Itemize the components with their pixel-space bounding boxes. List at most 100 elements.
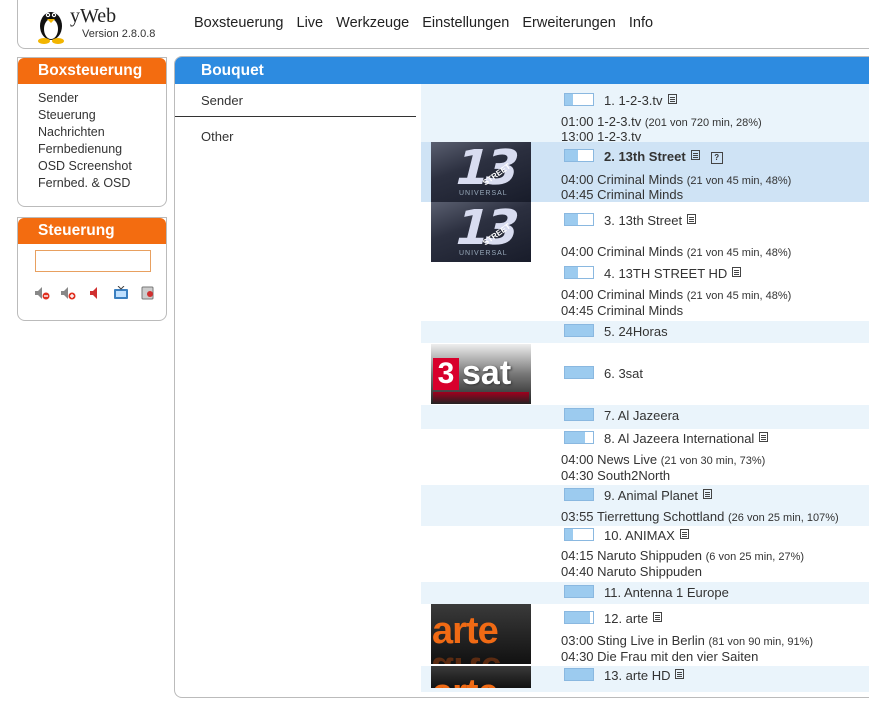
epg-info: (6 von 25 min, 27%) xyxy=(705,551,805,563)
channel-name[interactable]: 3. 13th Street xyxy=(604,213,682,228)
tux-penguin-icon xyxy=(38,12,64,44)
nav-boxsteuerung[interactable]: Boxsteuerung xyxy=(194,15,283,31)
channel-name[interactable]: 11. Antenna 1 Europe xyxy=(604,585,729,600)
sidebar-item-fernbedienung[interactable]: Fernbedienung xyxy=(38,141,166,158)
sidebar-item-sender[interactable]: Sender xyxy=(38,90,166,107)
channel-label[interactable]: 7. Al Jazeera xyxy=(564,408,679,423)
nav-erweiterungen[interactable]: Erweiterungen xyxy=(522,15,616,31)
channel-name[interactable]: 2. 13th Street xyxy=(604,149,686,164)
tv-icon[interactable] xyxy=(113,286,129,300)
mute-icon[interactable] xyxy=(87,286,103,300)
progress-bar xyxy=(564,266,594,279)
channel-label[interactable]: 6. 3sat xyxy=(564,366,643,381)
channel-label[interactable]: 4. 13TH STREET HD xyxy=(564,266,742,281)
channel-row[interactable]: 13 STREET UNIVERSAL 3. 13th Street 04:00 C… xyxy=(421,202,869,264)
epg-time: 04:45 xyxy=(561,303,594,318)
channel-name[interactable]: 12. arte xyxy=(604,611,648,626)
channel-label[interactable]: 13. arte HD xyxy=(564,668,685,683)
channel-row[interactable]: 5. 24Horas xyxy=(421,321,869,343)
channel-name[interactable]: 10. ANIMAX xyxy=(604,528,675,543)
channel-label[interactable]: 5. 24Horas xyxy=(564,324,668,339)
channel-logo-arte: arte xyxy=(431,666,531,688)
header: yWeb Version 2.8.0.8 Boxsteuerung Live W… xyxy=(17,0,869,49)
nav-info[interactable]: Info xyxy=(629,15,653,31)
epg-time: 04:40 xyxy=(561,564,594,579)
sidebar-item-steuerung[interactable]: Steuerung xyxy=(38,107,166,124)
channel-row[interactable]: 7. Al Jazeera xyxy=(421,405,869,429)
channel-name[interactable]: 13. arte HD xyxy=(604,668,670,683)
channel-label[interactable]: 9. Animal Planet xyxy=(564,488,712,503)
channel-label[interactable]: 8. Al Jazeera International xyxy=(564,431,769,446)
nav-live[interactable]: Live xyxy=(297,15,324,31)
channel-label[interactable]: 11. Antenna 1 Europe xyxy=(564,585,729,600)
progress-bar xyxy=(564,324,594,337)
channel-row[interactable]: 3 sat 6. 3sat xyxy=(421,343,869,405)
epg-title: Sting Live in Berlin xyxy=(597,633,705,648)
sidebar-item-fernbed-osd[interactable]: Fernbed. & OSD xyxy=(38,175,166,192)
help-icon[interactable]: ? xyxy=(710,152,723,164)
channel-logo-arte: artearte xyxy=(431,604,531,664)
epg-time: 04:00 xyxy=(561,287,594,302)
sidebar-item-osd-screenshot[interactable]: OSD Screenshot xyxy=(38,158,166,175)
epg-now: 03:00 Sting Live in Berlin (81 von 90 mi… xyxy=(561,633,813,648)
channel-row[interactable]: arte 13. arte HD xyxy=(421,666,869,692)
channel-row[interactable]: 1. 1-2-3.tv 01:00 1-2-3.tv (201 von 720 … xyxy=(421,84,869,144)
channel-label[interactable]: 2. 13th Street? xyxy=(564,149,723,164)
epg-now: 03:55 Tierrettung Schottland (26 von 25 … xyxy=(561,509,839,524)
epg-time: 04:30 xyxy=(561,649,594,664)
channel-logo-3sat: 3 sat xyxy=(431,344,531,404)
channel-label[interactable]: 10. ANIMAX xyxy=(564,528,689,543)
channel-row[interactable]: 4. 13TH STREET HD 04:00 Criminal Minds (… xyxy=(421,264,869,321)
epg-icon[interactable] xyxy=(675,669,685,679)
epg-icon[interactable] xyxy=(690,150,700,160)
epg-icon[interactable] xyxy=(732,267,742,277)
epg-time: 04:00 xyxy=(561,172,594,187)
channel-label[interactable]: 1. 1-2-3.tv xyxy=(564,93,677,108)
command-input[interactable] xyxy=(35,250,151,272)
epg-title: Criminal Minds xyxy=(597,187,684,202)
progress-bar xyxy=(564,585,594,598)
channel-name[interactable]: 6. 3sat xyxy=(604,366,643,381)
epg-next: 04:30 Die Frau mit den vier Saiten xyxy=(561,649,758,664)
volume-up-icon[interactable] xyxy=(60,286,76,300)
menu-item-other[interactable]: Other xyxy=(175,129,415,144)
channel-name[interactable]: 4. 13TH STREET HD xyxy=(604,266,727,281)
steuerung-title: Steuerung xyxy=(18,218,166,244)
channel-row[interactable]: 10. ANIMAX 04:15 Naruto Shippuden (6 von… xyxy=(421,526,869,582)
epg-next: 04:45 Criminal Minds xyxy=(561,303,683,318)
radio-icon[interactable] xyxy=(140,286,156,300)
channel-list: 1. 1-2-3.tv 01:00 1-2-3.tv (201 von 720 … xyxy=(421,84,869,692)
epg-icon[interactable] xyxy=(702,489,712,499)
epg-icon[interactable] xyxy=(759,432,769,442)
epg-icon[interactable] xyxy=(687,214,697,224)
channel-name[interactable]: 8. Al Jazeera International xyxy=(604,431,754,446)
epg-time: 04:45 xyxy=(561,187,594,202)
app-name: yWeb xyxy=(70,5,117,27)
sidebar-item-nachrichten[interactable]: Nachrichten xyxy=(38,124,166,141)
epg-time: 01:00 xyxy=(561,114,594,129)
epg-next: 04:40 Naruto Shippuden xyxy=(561,564,702,579)
epg-icon[interactable] xyxy=(667,94,677,104)
channel-name[interactable]: 1. 1-2-3.tv xyxy=(604,93,663,108)
epg-now: 01:00 1-2-3.tv (201 von 720 min, 28%) xyxy=(561,114,762,129)
epg-title: Die Frau mit den vier Saiten xyxy=(597,649,759,664)
epg-title: 1-2-3.tv xyxy=(597,114,642,129)
epg-info: (21 von 45 min, 48%) xyxy=(686,290,792,302)
channel-row[interactable]: 9. Animal Planet 03:55 Tierrettung Schot… xyxy=(421,485,869,526)
nav-einstellungen[interactable]: Einstellungen xyxy=(422,15,509,31)
nav-werkzeuge[interactable]: Werkzeuge xyxy=(336,15,409,31)
channel-name[interactable]: 5. 24Horas xyxy=(604,324,668,339)
epg-icon[interactable] xyxy=(653,612,663,622)
progress-bar xyxy=(564,528,594,541)
channel-row[interactable]: artearte 12. arte 03:00 Sting Live in Be… xyxy=(421,604,869,666)
channel-name[interactable]: 7. Al Jazeera xyxy=(604,408,679,423)
epg-icon[interactable] xyxy=(679,529,689,539)
volume-down-icon[interactable] xyxy=(34,286,50,300)
channel-label[interactable]: 12. arte xyxy=(564,611,663,626)
channel-label[interactable]: 3. 13th Street xyxy=(564,213,697,228)
channel-row[interactable]: 11. Antenna 1 Europe xyxy=(421,582,869,604)
menu-item-sender[interactable]: Sender xyxy=(175,93,416,117)
channel-row[interactable]: 13 STREET UNIVERSAL 2. 13th Street? 04:00 … xyxy=(421,142,869,202)
channel-row[interactable]: 8. Al Jazeera International 04:00 News L… xyxy=(421,429,869,485)
channel-name[interactable]: 9. Animal Planet xyxy=(604,488,698,503)
